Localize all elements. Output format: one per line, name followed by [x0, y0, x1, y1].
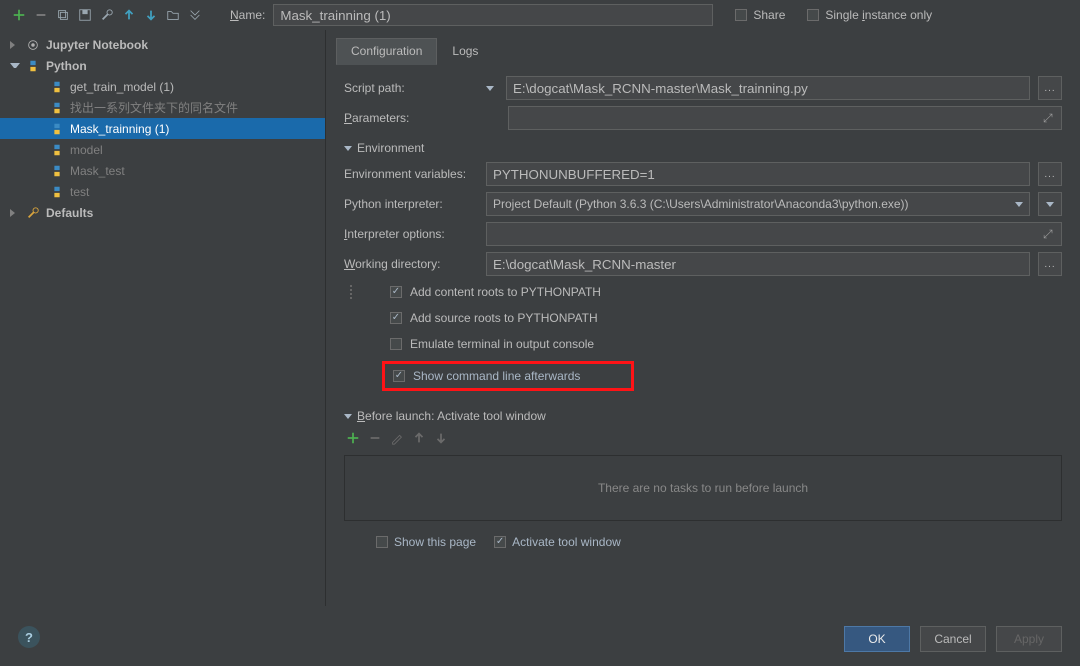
tab-configuration[interactable]: Configuration [336, 38, 437, 65]
share-label: Share [753, 8, 785, 22]
chevron-right-icon [10, 41, 20, 49]
name-input[interactable] [273, 4, 713, 26]
parameters-label: Parameters: [344, 111, 478, 125]
remove-icon[interactable] [34, 8, 48, 22]
script-path-dropdown-icon[interactable] [486, 86, 494, 91]
up-icon[interactable] [122, 8, 136, 22]
activate-tool-label: Activate tool window [512, 535, 621, 549]
remove-icon [368, 431, 382, 445]
python-icon [50, 185, 64, 199]
chevron-down-icon [1015, 202, 1023, 207]
parameters-input[interactable]: ⤢ [508, 106, 1062, 130]
activate-tool-checkbox[interactable] [494, 536, 506, 548]
collapse-icon[interactable] [188, 8, 202, 22]
wrench-icon [26, 206, 40, 220]
env-vars-browse[interactable]: ... [1038, 162, 1062, 186]
python-interpreter-label: Python interpreter: [344, 197, 478, 211]
python-icon [26, 59, 40, 73]
interpreter-options-label: Interpreter options: [344, 227, 478, 241]
tree-python[interactable]: Python [0, 55, 325, 76]
chevron-down-icon [344, 146, 352, 151]
name-label: Name: [230, 8, 265, 22]
add-content-roots-label: Add content roots to PYTHONPATH [410, 285, 601, 299]
env-vars-label: Environment variables: [344, 167, 478, 181]
single-instance-label: Single instance only [825, 8, 932, 22]
edit-icon [390, 431, 404, 445]
script-path-input[interactable] [506, 76, 1030, 100]
tree-item-4[interactable]: Mask_test [0, 160, 325, 181]
expand-icon[interactable]: ⤢ [1043, 111, 1057, 125]
tab-logs[interactable]: Logs [437, 38, 493, 65]
add-icon[interactable] [12, 8, 26, 22]
single-instance-checkbox[interactable] [807, 9, 819, 21]
jupyter-icon [26, 38, 40, 52]
ok-button[interactable]: OK [844, 626, 910, 652]
python-icon [50, 80, 64, 94]
python-interpreter-dropdown[interactable] [1038, 192, 1062, 216]
working-dir-input[interactable] [486, 252, 1030, 276]
python-icon [50, 101, 64, 115]
show-cmdline-label: Show command line afterwards [413, 369, 580, 383]
before-launch-tasks: There are no tasks to run before launch [344, 455, 1062, 521]
interpreter-options-input[interactable]: ⤢ [486, 222, 1062, 246]
python-icon [50, 143, 64, 157]
tree-jupyter[interactable]: Jupyter Notebook [0, 34, 325, 55]
python-icon [50, 122, 64, 136]
tree-item-1[interactable]: 找出一系列文件夹下的同名文件 [0, 97, 325, 118]
expand-icon[interactable]: ⤢ [1043, 227, 1057, 241]
env-vars-input[interactable] [486, 162, 1030, 186]
add-content-roots-checkbox[interactable] [390, 286, 402, 298]
python-icon [50, 164, 64, 178]
script-path-browse[interactable]: ... [1038, 76, 1062, 100]
python-interpreter-combo[interactable]: Project Default (Python 3.6.3 (C:\Users\… [486, 192, 1030, 216]
chevron-right-icon [10, 209, 20, 217]
sidebar: Jupyter Notebook Python get_train_model … [0, 30, 326, 606]
copy-icon[interactable] [56, 8, 70, 22]
before-launch-section[interactable]: Before launch: Activate tool window [344, 409, 1062, 423]
chevron-down-icon [344, 414, 352, 419]
environment-section[interactable]: Environment [344, 141, 1062, 155]
show-this-page-checkbox[interactable] [376, 536, 388, 548]
tree-item-2[interactable]: Mask_trainning (1) [0, 118, 325, 139]
tree-item-3[interactable]: model [0, 139, 325, 160]
emulate-terminal-checkbox[interactable] [390, 338, 402, 350]
tree-item-0[interactable]: get_train_model (1) [0, 76, 325, 97]
script-path-label: Script path: [344, 81, 478, 95]
chevron-down-icon [1046, 202, 1054, 207]
up-icon [412, 431, 426, 445]
share-checkbox[interactable] [735, 9, 747, 21]
tree-defaults[interactable]: Defaults [0, 202, 325, 223]
working-dir-browse[interactable]: ... [1038, 252, 1062, 276]
grip-icon[interactable] [348, 285, 354, 299]
apply-button: Apply [996, 626, 1062, 652]
cancel-button[interactable]: Cancel [920, 626, 986, 652]
add-source-roots-label: Add source roots to PYTHONPATH [410, 311, 598, 325]
show-cmdline-checkbox[interactable] [393, 370, 405, 382]
help-icon[interactable]: ? [18, 626, 40, 648]
tree-item-5[interactable]: test [0, 181, 325, 202]
wrench-icon[interactable] [100, 8, 114, 22]
show-this-page-label: Show this page [394, 535, 476, 549]
down-icon [434, 431, 448, 445]
emulate-terminal-label: Emulate terminal in output console [410, 337, 594, 351]
chevron-down-icon [10, 63, 20, 68]
add-icon[interactable] [346, 431, 360, 445]
down-icon[interactable] [144, 8, 158, 22]
save-icon[interactable] [78, 8, 92, 22]
highlight-box: Show command line afterwards [382, 361, 634, 391]
add-source-roots-checkbox[interactable] [390, 312, 402, 324]
folder-icon[interactable] [166, 8, 180, 22]
working-dir-label: Working directory: [344, 257, 478, 271]
